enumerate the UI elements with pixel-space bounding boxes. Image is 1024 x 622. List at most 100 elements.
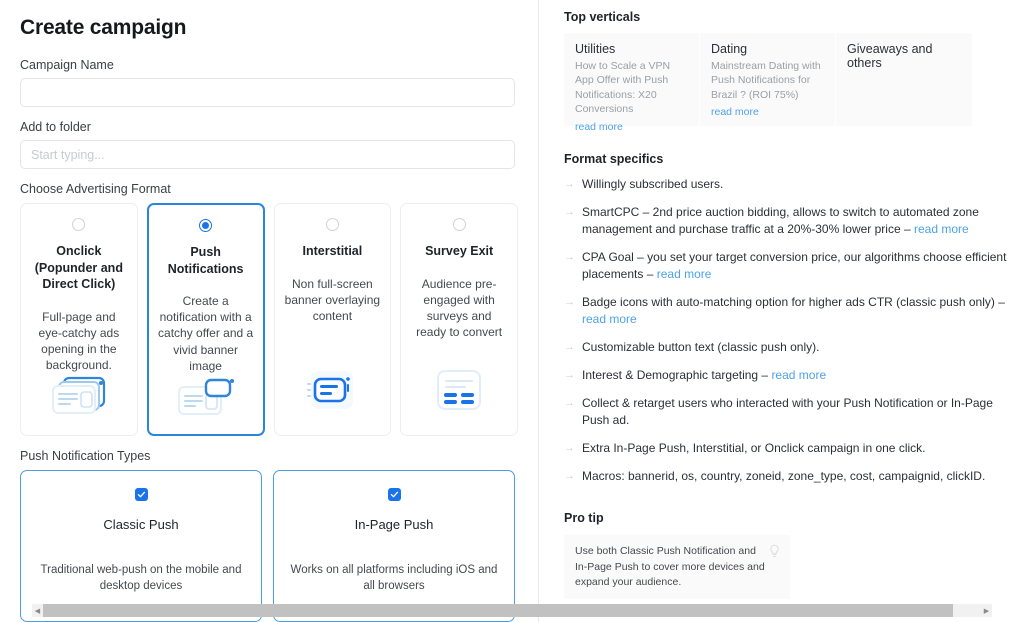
scroll-left-arrow-icon[interactable]: ◀ [32,604,43,617]
campaign-name-input[interactable] [20,78,515,107]
arrow-bullet-icon: → [564,206,575,219]
push-notification-types-label: Push Notification Types [20,449,151,463]
vertical-body-utilities: How to Scale a VPN App Offer with Push N… [575,60,671,116]
add-to-folder-input[interactable] [20,140,515,169]
top-verticals-cards: Utilities How to Scale a VPN App Offer w… [564,33,1024,133]
format-specific-item: → SmartCPC – 2nd price auction bidding, a… [564,204,1024,238]
format-title-onclick: Onclick (Popunder and Direct Click) [34,244,123,291]
format-specific-item: → Customizable button text (classic push … [564,339,1024,356]
format-specific-item: → Willingly subscribed users. [564,176,1024,193]
format-specific-item: → Interest & Demographic targeting – read… [564,367,1024,384]
push-type-card-classic-push[interactable]: Classic Push Traditional web-push on the… [20,470,262,622]
format-specific-text: CPA Goal – you set your target conversio… [582,250,1007,282]
format-card-interstitial[interactable]: Interstitial Non full-screen banner over… [273,203,392,436]
horizontal-scrollbar[interactable]: ◀ ▶ [32,604,992,617]
scrollbar-thumb[interactable] [43,604,953,617]
scrollbar-track[interactable] [43,604,981,617]
radio-push-notifications[interactable] [199,219,213,232]
radio-onclick[interactable] [72,218,86,231]
add-to-folder-field-group: Add to folder [20,120,518,169]
interstitial-banner-icon [301,367,363,413]
format-desc-onclick: Full-page and eye-catchy ads opening in … [38,309,120,373]
read-more-link[interactable]: read more [582,312,637,326]
format-card-push-notifications[interactable]: Push Notifications Create a notification… [146,203,265,436]
checkbox-classic-push[interactable] [134,488,148,501]
campaign-name-label: Campaign Name [20,58,114,72]
format-title-push-notifications: Push Notifications [167,245,244,276]
add-to-folder-label: Add to folder [20,120,91,134]
format-specific-text: Collect & retarget users who interacted … [582,396,993,428]
format-specific-text: SmartCPC – 2nd price auction bidding, al… [582,205,979,237]
lightbulb-icon [769,544,780,563]
vertical-title-giveaways: Giveaways and others [847,42,933,70]
push-notification-type-options: Classic Push Traditional web-push on the… [20,470,518,622]
format-title-survey-exit: Survey Exit [425,244,494,258]
format-card-survey-exit[interactable]: Survey Exit Audience pre-engaged with su… [400,203,518,436]
stacked-cards-icon [48,373,110,419]
read-more-link[interactable]: read more [657,267,712,281]
vertical-title-dating: Dating [711,42,748,56]
arrow-bullet-icon: → [564,397,575,410]
format-specifics-list: → Willingly subscribed users. → SmartCPC – … [564,176,1024,485]
read-more-link[interactable]: read more [771,368,826,382]
campaign-form-panel: Create campaign Campaign Name Add to fol… [0,0,538,622]
format-desc-survey-exit: Audience pre-engaged with surveys and re… [416,276,503,340]
read-more-link-dating[interactable]: read more [711,106,759,118]
format-specific-item: → Macros: bannerid, os, country, zoneid, … [564,468,1024,485]
push-type-desc-classic-push: Traditional web-push on the mobile and d… [40,564,242,593]
scroll-right-arrow-icon[interactable]: ▶ [981,604,992,617]
arrow-bullet-icon: → [564,178,575,190]
pro-tip-section: Pro tip Use both Classic Push Notificati… [564,511,1024,600]
campaign-name-field-group: Campaign Name [20,58,518,107]
push-type-desc-in-page-push: Works on all platforms including iOS and… [290,564,498,593]
format-specific-text: Customizable button text (classic push o… [582,340,820,355]
info-sidebar-panel: Top verticals Utilities How to Scale a V… [538,0,1024,622]
top-verticals-section: Top verticals Utilities How to Scale a V… [564,10,1024,133]
pro-tip-heading: Pro tip [564,511,604,526]
vertical-card-utilities[interactable]: Utilities How to Scale a VPN App Offer w… [564,33,700,133]
radio-interstitial[interactable] [325,218,339,231]
pro-tip-box: Use both Classic Push Notification and I… [564,535,790,600]
push-notification-icon [175,374,237,420]
push-type-card-in-page-push[interactable]: In-Page Push Works on all platforms incl… [273,470,515,622]
read-more-link-utilities[interactable]: read more [575,121,623,133]
vertical-card-dating[interactable]: Dating Mainstream Dating with Push Notif… [700,33,836,126]
format-desc-interstitial: Non full-screen banner overlaying conten… [284,276,381,323]
arrow-bullet-icon: → [564,296,575,309]
format-specific-text: Willingly subscribed users. [582,177,724,191]
check-icon [137,491,145,498]
format-specific-text: Extra In-Page Push, Interstitial, or Onc… [582,441,926,456]
format-specifics-section: Format specifics → Willingly subscribed u… [564,152,1024,485]
format-specific-item: → Collect & retarget users who interacted… [564,395,1024,429]
push-type-title-classic-push: Classic Push [103,517,179,532]
vertical-title-utilities: Utilities [575,42,616,56]
format-specific-item: → Badge icons with auto-matching option f… [564,294,1024,328]
format-specific-text: Badge icons with auto-matching option fo… [582,295,1005,327]
top-verticals-heading: Top verticals [564,10,641,24]
read-more-link[interactable]: read more [914,222,969,236]
arrow-bullet-icon: → [564,442,575,455]
format-specific-item: → CPA Goal – you set your target conversi… [564,249,1024,283]
survey-exit-icon [428,367,490,413]
push-type-title-in-page-push: In-Page Push [354,517,434,532]
format-specifics-heading: Format specifics [564,152,664,166]
vertical-body-dating: Mainstream Dating with Push Notification… [711,60,821,101]
arrow-bullet-icon: → [564,470,575,483]
page-title: Create campaign [20,16,187,39]
format-specific-item: → Extra In-Page Push, Interstitial, or On… [564,440,1024,457]
format-specific-text: Interest & Demographic targeting – read … [582,368,827,383]
choose-advertising-format-label: Choose Advertising Format [20,182,171,196]
vertical-card-giveaways[interactable]: Giveaways and others [836,33,972,126]
check-icon [390,491,398,498]
radio-survey-exit[interactable] [452,218,466,231]
format-specific-text: Macros: bannerid, os, country, zoneid, z… [582,469,986,484]
advertising-format-options: Onclick (Popunder and Direct Click) Full… [20,203,518,436]
format-desc-push-notifications: Create a notification with a catchy offe… [158,294,254,373]
checkbox-in-page-push[interactable] [387,488,401,501]
arrow-bullet-icon: → [564,251,575,264]
arrow-bullet-icon: → [564,369,575,382]
format-card-onclick[interactable]: Onclick (Popunder and Direct Click) Full… [20,203,138,436]
format-title-interstitial: Interstitial [302,244,363,258]
pro-tip-text: Use both Classic Push Notification and I… [575,545,765,588]
create-campaign-page: Create campaign Campaign Name Add to fol… [0,0,1024,622]
